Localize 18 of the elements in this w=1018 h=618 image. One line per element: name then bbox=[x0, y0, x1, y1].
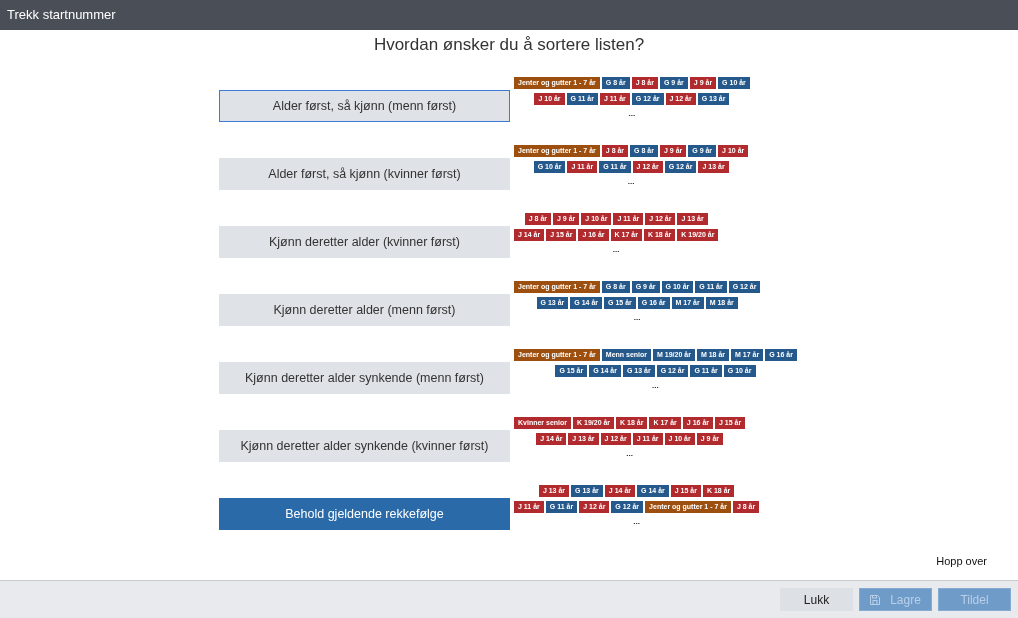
more-indicator: ... bbox=[633, 313, 641, 323]
sort-option-button[interactable]: Kjønn deretter alder (menn først) bbox=[219, 294, 510, 326]
more-indicator: ... bbox=[633, 517, 640, 527]
sort-option-button[interactable]: Kjønn deretter alder synkende (kvinner først) bbox=[219, 430, 510, 462]
footer-button[interactable]: Lukk bbox=[780, 588, 853, 611]
more-indicator: ... bbox=[612, 245, 620, 255]
dialog-heading: Hvordan ønsker du å sortere listen? bbox=[373, 35, 645, 55]
sort-option-button[interactable]: Behold gjeldende rekkefølge bbox=[219, 498, 510, 530]
more-indicator: ... bbox=[628, 109, 636, 119]
more-indicator: ... bbox=[626, 449, 633, 459]
window-title: Trekk startnummer bbox=[7, 6, 116, 25]
sort-option-button[interactable]: Alder først, så kjønn (menn først) bbox=[219, 90, 510, 122]
more-indicator: ... bbox=[652, 381, 659, 391]
sort-option-button[interactable]: Alder først, så kjønn (kvinner først) bbox=[219, 158, 510, 190]
sort-option-button[interactable]: Kjønn deretter alder (kvinner først) bbox=[219, 226, 510, 258]
skip-link[interactable]: Hopp over bbox=[936, 552, 987, 569]
sort-option-button[interactable]: Kjønn deretter alder synkende (menn først) bbox=[219, 362, 510, 394]
more-indicator: ... bbox=[627, 177, 635, 187]
